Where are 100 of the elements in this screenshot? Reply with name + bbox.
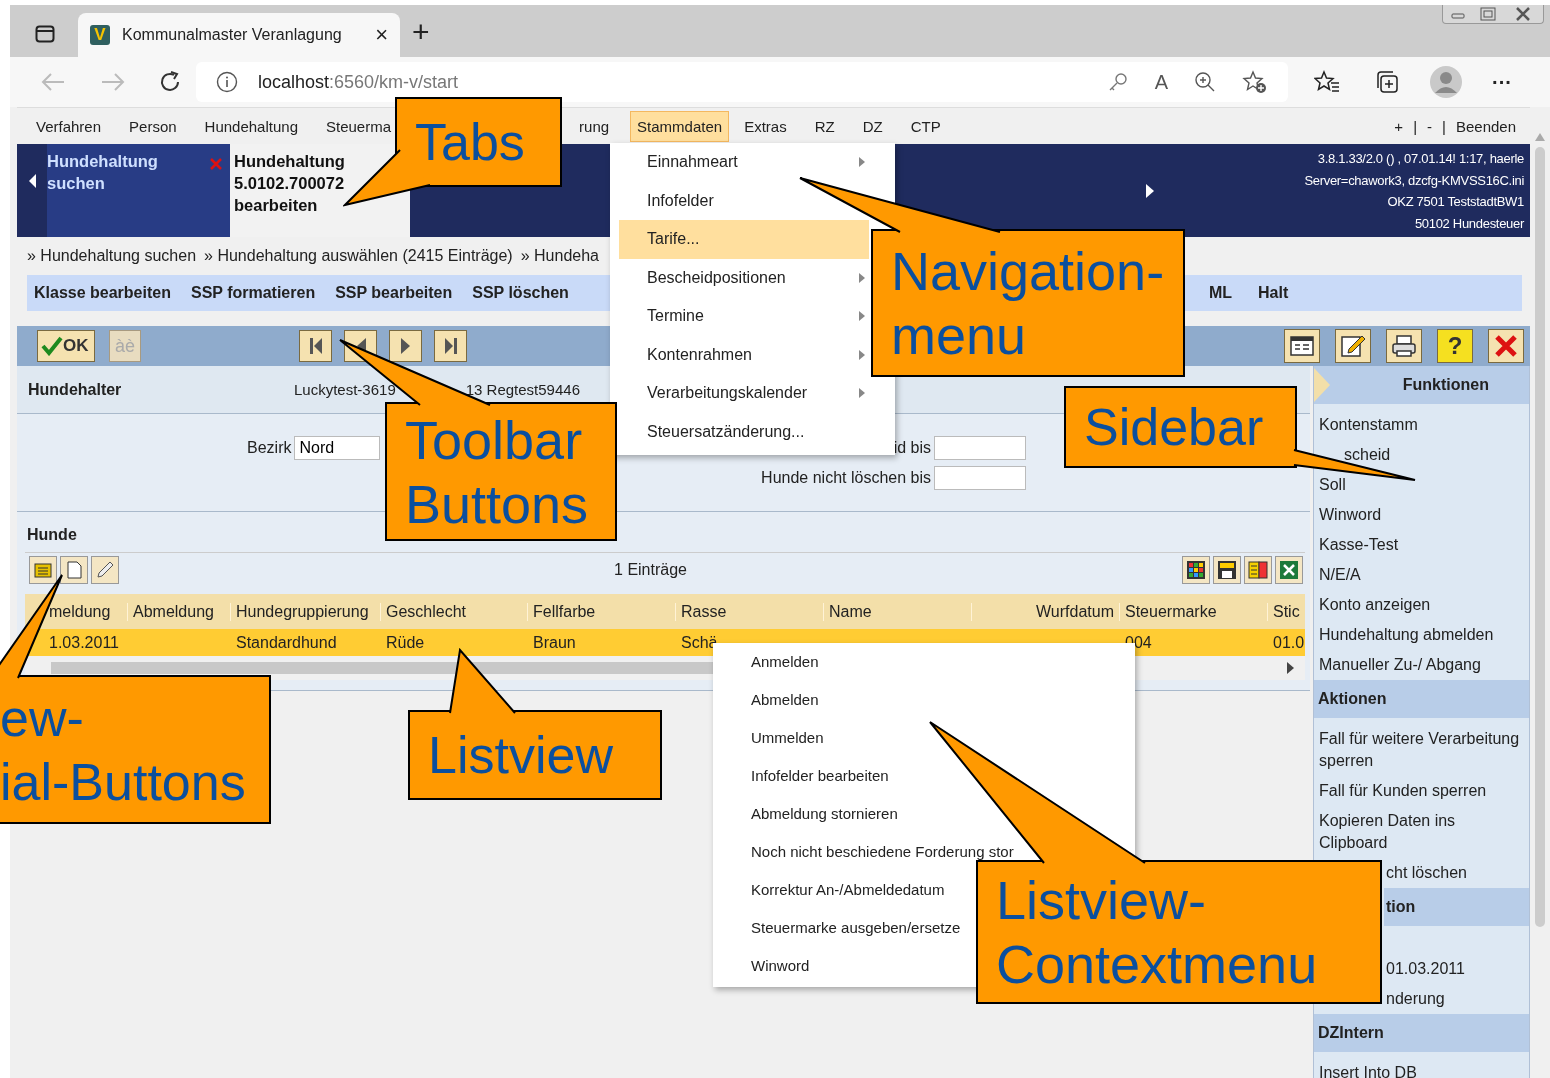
district-field[interactable]: Nord bbox=[294, 436, 381, 460]
calendar-button[interactable] bbox=[1284, 329, 1320, 363]
sidebar-item[interactable]: 01.03.2011 bbox=[1386, 954, 1471, 984]
menu-item[interactable]: Verfahren bbox=[29, 110, 109, 142]
last-record-button[interactable] bbox=[434, 330, 467, 362]
print-button[interactable] bbox=[1386, 329, 1422, 363]
menu-item[interactable]: Korrektur An-/Abmeldedatum bbox=[713, 871, 945, 909]
read-aloud-button[interactable]: A bbox=[1154, 70, 1168, 94]
sidebar-heading[interactable]: DZIntern bbox=[1314, 1014, 1529, 1052]
action-link[interactable]: SSP bearbeiten bbox=[335, 284, 453, 302]
more-button[interactable]: ··· bbox=[1492, 70, 1512, 94]
menu-item[interactable]: Steuermarke ausgeben/ersetze bbox=[713, 909, 961, 947]
menu-item[interactable]: + bbox=[1394, 117, 1404, 135]
breadcrumb-link[interactable]: » Hundeha bbox=[520, 247, 599, 265]
sidebar-heading[interactable]: tion bbox=[1384, 888, 1529, 926]
date-field[interactable] bbox=[934, 436, 1026, 460]
save-layout-button[interactable] bbox=[1213, 555, 1241, 584]
column-header[interactable]: Wurfdatum bbox=[972, 602, 1120, 621]
profile-avatar[interactable] bbox=[1430, 66, 1462, 98]
scroll-right-icon[interactable] bbox=[1287, 662, 1295, 674]
menu-item[interactable]: | bbox=[1442, 117, 1446, 135]
collections-icon[interactable] bbox=[1374, 70, 1400, 94]
excel-export-button[interactable] bbox=[1275, 555, 1303, 584]
menu-item[interactable]: rung bbox=[572, 110, 617, 142]
menu-item[interactable]: Winword bbox=[713, 947, 810, 985]
sidebar-item[interactable]: scheid bbox=[1344, 440, 1397, 470]
breadcrumb-link[interactable]: » Hundehaltung auswählen (2415 Einträge) bbox=[204, 247, 513, 265]
column-header[interactable]: Abmeldung bbox=[128, 602, 231, 621]
sidebar-item[interactable]: Fall für Kunden sperren bbox=[1319, 776, 1493, 806]
new-tab-button[interactable]: + bbox=[412, 15, 430, 49]
date-field[interactable] bbox=[934, 466, 1026, 490]
menu-item[interactable]: Person bbox=[122, 110, 184, 142]
close-tab-button[interactable]: × bbox=[375, 22, 388, 48]
zoom-icon[interactable] bbox=[1194, 71, 1216, 93]
menu-item[interactable]: Abmelden bbox=[713, 681, 819, 719]
sidebar-item[interactable]: Soll bbox=[1319, 470, 1352, 500]
tab-actions-icon[interactable] bbox=[35, 25, 55, 43]
help-button[interactable]: ? bbox=[1437, 329, 1473, 363]
sidebar-item[interactable]: Kopieren Daten ins Clipboard bbox=[1319, 806, 1529, 858]
breadcrumb-link[interactable]: » Hundehaltung suchen bbox=[27, 247, 197, 265]
sidebar-heading[interactable]: Aktionen bbox=[1314, 680, 1529, 718]
sidebar-item[interactable]: Manueller Zu-/ Abgang bbox=[1319, 650, 1487, 680]
menu-item[interactable]: Stammdaten bbox=[630, 110, 730, 142]
action-link[interactable]: Klasse bearbeiten bbox=[34, 284, 171, 302]
action-link[interactable]: SSP löschen bbox=[472, 284, 569, 302]
menu-item[interactable]: Extras bbox=[737, 110, 794, 142]
edit-button[interactable] bbox=[91, 555, 119, 584]
sidebar-item[interactable]: Winword bbox=[1319, 500, 1388, 530]
menu-item[interactable]: Termine bbox=[619, 297, 869, 336]
sidebar-item[interactable]: nderung bbox=[1386, 984, 1451, 1014]
column-header[interactable]: Rasse bbox=[676, 602, 824, 621]
menu-item[interactable]: Kontenrahmen bbox=[619, 335, 869, 374]
close-button[interactable] bbox=[1488, 329, 1524, 363]
menu-item[interactable]: | bbox=[1413, 117, 1418, 135]
sidebar-heading[interactable]: Funktionen bbox=[1314, 366, 1529, 404]
menu-item[interactable]: Bescheidpositionen bbox=[619, 258, 869, 297]
column-header[interactable]: Stic bbox=[1268, 602, 1305, 621]
browser-tab[interactable]: V Kommunalmaster Veranlagung × bbox=[78, 13, 400, 57]
sidebar-item[interactable]: Insert Into DB bbox=[1319, 1058, 1423, 1078]
sidebar-item[interactable]: Kontenstamm bbox=[1319, 410, 1424, 440]
sidebar-item[interactable]: Fall für weitere Verarbeitung sperren bbox=[1319, 724, 1529, 776]
action-link[interactable]: SSP formatieren bbox=[190, 284, 316, 302]
sidebar-item[interactable]: Konto anzeigen bbox=[1319, 590, 1437, 620]
scroll-left-icon[interactable] bbox=[29, 174, 37, 188]
menu-item[interactable]: Steuersatzänderung... bbox=[619, 412, 869, 451]
menu-item[interactable]: Beenden bbox=[1455, 117, 1516, 135]
ok-button[interactable]: OK bbox=[37, 330, 95, 362]
menu-item[interactable]: Einnahmeart bbox=[619, 143, 869, 182]
column-header[interactable]: Steuermarke bbox=[1120, 602, 1268, 621]
menu-item[interactable]: DZ bbox=[855, 110, 890, 142]
action-link[interactable]: Halt bbox=[1258, 284, 1289, 302]
scroll-right-icon[interactable] bbox=[1146, 183, 1155, 198]
new-document-button[interactable] bbox=[60, 555, 88, 584]
menu-item[interactable]: Infofelder bearbeiten bbox=[713, 757, 889, 795]
favorites-icon[interactable] bbox=[1314, 70, 1340, 94]
address-field[interactable]: localhost:6560/km-v/start A bbox=[196, 62, 1288, 102]
menu-item[interactable]: RZ bbox=[807, 110, 842, 142]
menu-item[interactable]: Ummelden bbox=[713, 719, 824, 757]
menu-item[interactable]: CTP bbox=[903, 110, 948, 142]
next-record-button[interactable] bbox=[389, 330, 422, 362]
menu-item[interactable]: Tarife... bbox=[619, 220, 869, 259]
column-header[interactable]: Hundegruppierung bbox=[231, 602, 381, 621]
sidebar-item[interactable]: Kasse-Test bbox=[1319, 530, 1405, 560]
document-tab[interactable]: Hundehaltung suchen bbox=[47, 144, 230, 237]
column-header[interactable]: Fellfarbe bbox=[528, 602, 676, 621]
sidebar-item[interactable]: N/E/A bbox=[1319, 560, 1367, 590]
list-button[interactable] bbox=[29, 555, 57, 584]
menu-item[interactable]: Abmeldung stornieren bbox=[713, 795, 898, 833]
column-header[interactable]: Geschlecht bbox=[381, 602, 528, 621]
column-header[interactable]: Name bbox=[824, 602, 972, 621]
menu-item[interactable]: Hundehaltung bbox=[197, 110, 305, 142]
refresh-icon[interactable] bbox=[158, 70, 182, 94]
sidebar-item[interactable]: Hundehaltung abmelden bbox=[1319, 620, 1500, 650]
sidebar-item[interactable]: cht löschen bbox=[1386, 858, 1473, 888]
edit-button[interactable] bbox=[1335, 329, 1371, 363]
menu-item[interactable]: Verarbeitungskalender bbox=[619, 374, 869, 413]
first-record-button[interactable] bbox=[299, 330, 332, 362]
grid-button[interactable] bbox=[1182, 555, 1210, 584]
menu-item[interactable]: - bbox=[1427, 117, 1433, 135]
columns-button[interactable] bbox=[1244, 555, 1272, 584]
